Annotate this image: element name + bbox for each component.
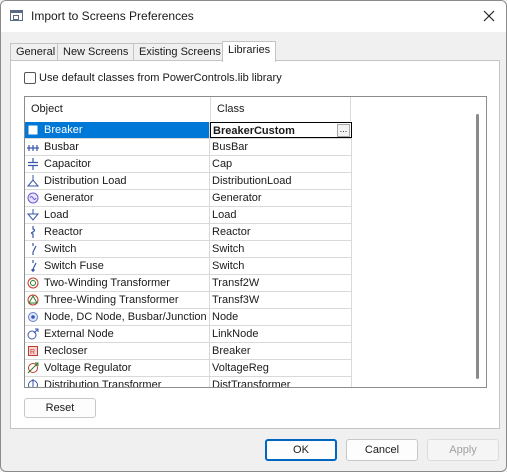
distribution-load-icon — [27, 175, 39, 187]
distribution-transformer-icon — [27, 379, 39, 387]
apply-button[interactable]: Apply — [427, 439, 499, 461]
table-row[interactable]: Capacitor Cap — [25, 156, 352, 173]
object-name: Distribution Transformer — [44, 379, 162, 388]
table-row[interactable]: Two-Winding Transformer Transf2W — [25, 275, 352, 292]
class-name[interactable]: Breaker — [210, 343, 352, 359]
table-row[interactable]: Switch Fuse Switch — [25, 258, 352, 275]
class-name[interactable]: BusBar — [210, 139, 352, 155]
class-name[interactable]: Generator — [210, 190, 352, 206]
object-name: External Node — [44, 328, 114, 340]
tab-existing-screens[interactable]: Existing Screens — [133, 43, 227, 61]
class-name[interactable]: Switch — [210, 241, 352, 257]
column-header-object[interactable]: Object — [25, 97, 211, 121]
object-name: Node, DC Node, Busbar/Junction — [44, 311, 207, 323]
object-name: Three-Winding Transformer — [44, 294, 179, 306]
window-title: Import to Screens Preferences — [31, 9, 194, 23]
use-default-classes-option[interactable]: Use default classes from PowerControls.l… — [24, 72, 282, 84]
tab-new-screens[interactable]: New Screens — [57, 43, 135, 61]
three-winding-transformer-icon — [27, 294, 39, 306]
object-name: Recloser — [44, 345, 88, 357]
class-name[interactable]: Transf3W — [210, 292, 352, 308]
switch-fuse-icon — [27, 260, 39, 272]
table-row[interactable]: Node, DC Node, Busbar/Junction Node — [25, 309, 352, 326]
object-name: Busbar — [44, 141, 79, 153]
svg-text:R: R — [30, 349, 35, 356]
class-name[interactable]: Node — [210, 309, 352, 325]
table-row[interactable]: Breaker BreakerCustom... — [25, 122, 352, 139]
object-name: Load — [44, 209, 69, 221]
close-icon — [483, 10, 495, 22]
table-row[interactable]: External Node LinkNode — [25, 326, 352, 343]
class-name[interactable]: VoltageReg — [210, 360, 352, 376]
class-mapping-grid: Object Class Breaker BreakerCustom... Bu… — [24, 96, 487, 388]
class-name[interactable]: LinkNode — [210, 326, 352, 342]
switch-icon — [27, 243, 39, 255]
table-row[interactable]: Distribution Transformer DistTransformer — [25, 377, 352, 388]
table-row[interactable]: Load Load — [25, 207, 352, 224]
object-name: Distribution Load — [44, 175, 127, 187]
grid-rows: Breaker BreakerCustom... Busbar BusBar C… — [25, 122, 352, 388]
grid-header: Object Class — [25, 97, 486, 121]
table-row[interactable]: Switch Switch — [25, 241, 352, 258]
class-name[interactable]: Transf2W — [210, 275, 352, 291]
class-name[interactable]: Cap — [210, 156, 352, 172]
ok-button[interactable]: OK — [265, 439, 337, 461]
load-icon — [27, 209, 39, 221]
class-name[interactable]: Reactor — [210, 224, 352, 240]
use-default-classes-label: Use default classes from PowerControls.l… — [39, 72, 282, 84]
window-icon — [10, 10, 23, 21]
table-row[interactable]: Reactor Reactor — [25, 224, 352, 241]
table-row[interactable]: Three-Winding Transformer Transf3W — [25, 292, 352, 309]
object-name: Switch — [44, 243, 77, 255]
capacitor-icon — [27, 158, 39, 170]
object-name: Voltage Regulator — [44, 362, 132, 374]
voltage-regulator-icon — [27, 362, 39, 374]
tab-general[interactable]: General — [10, 43, 62, 61]
two-winding-transformer-icon — [27, 277, 39, 289]
class-name[interactable]: DistributionLoad — [210, 173, 352, 189]
object-name: Two-Winding Transformer — [44, 277, 170, 289]
class-name: BreakerCustom — [213, 125, 295, 137]
object-name: Switch Fuse — [44, 260, 104, 272]
table-row[interactable]: R Recloser Breaker — [25, 343, 352, 360]
table-row[interactable]: Distribution Load DistributionLoad — [25, 173, 352, 190]
use-default-classes-checkbox[interactable] — [24, 72, 36, 84]
node-icon — [27, 311, 39, 323]
generator-icon — [27, 192, 39, 204]
object-name: Generator — [44, 192, 94, 204]
breaker-icon — [27, 124, 39, 136]
column-header-class[interactable]: Class — [211, 97, 351, 121]
preferences-dialog: Import to Screens Preferences General Ne… — [0, 0, 507, 472]
close-button[interactable] — [476, 3, 502, 29]
tab-libraries[interactable]: Libraries — [222, 41, 277, 62]
recloser-icon: R — [27, 345, 39, 357]
class-name[interactable]: Load — [210, 207, 352, 223]
browse-class-button[interactable]: ... — [337, 124, 350, 137]
title-bar: Import to Screens Preferences — [1, 1, 506, 32]
external-node-icon — [27, 328, 39, 340]
class-name[interactable]: DistTransformer — [210, 377, 352, 387]
busbar-icon — [27, 141, 39, 153]
table-row[interactable]: Busbar BusBar — [25, 139, 352, 156]
libraries-panel: Use default classes from PowerControls.l… — [10, 60, 500, 429]
object-name: Capacitor — [44, 158, 92, 170]
table-row[interactable]: Voltage Regulator VoltageReg — [25, 360, 352, 377]
scrollbar-thumb[interactable] — [476, 114, 479, 379]
cancel-button[interactable]: Cancel — [346, 439, 418, 461]
object-name: Breaker — [44, 124, 83, 136]
reset-button[interactable]: Reset — [24, 398, 96, 418]
object-name: Reactor — [44, 226, 83, 238]
reactor-icon — [27, 226, 39, 238]
vertical-scrollbar[interactable] — [475, 114, 481, 379]
class-name[interactable]: Switch — [210, 258, 352, 274]
table-row[interactable]: Generator Generator — [25, 190, 352, 207]
